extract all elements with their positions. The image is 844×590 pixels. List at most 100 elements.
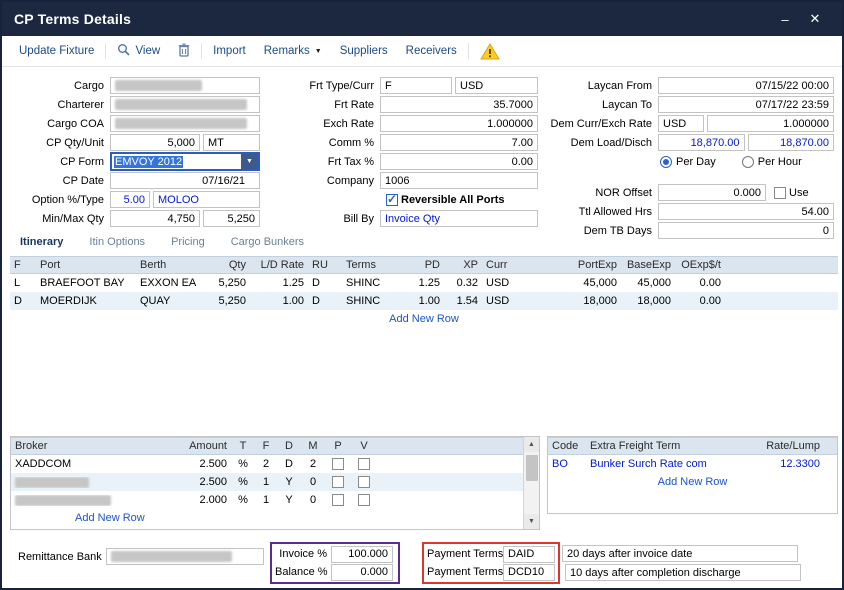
reversible-all-ports-checkbox[interactable] [386,194,398,206]
itin-cell: QUAY [136,295,200,307]
remittance-bank-field[interactable] [106,548,264,565]
cargo-field[interactable] [110,77,260,94]
add-new-row-link[interactable]: Add New Row [658,476,728,488]
broker-row[interactable]: 2.500 % 1 Y 0 [11,473,523,491]
view-button[interactable]: View [108,43,169,59]
option-pct-field[interactable]: 5.00 [110,191,150,208]
per-day-hour-row: Per Day Per Hour [542,152,834,171]
cargo-coa-label: Cargo COA [10,118,110,130]
laycan-to-field[interactable]: 07/17/22 23:59 [658,96,834,113]
tab-itinerary[interactable]: Itinerary [12,233,71,251]
cp-unit-field[interactable]: MT [203,134,260,151]
broker-cell: XADDCOM [11,458,159,470]
company-row: Company 1006 [264,171,538,190]
delete-button[interactable] [169,43,199,60]
cp-form-label: CP Form [10,156,110,168]
frt-rate-label: Frt Rate [264,99,380,111]
cp-date-field[interactable]: 07/16/21 [110,172,260,189]
broker-v-checkbox[interactable] [358,458,370,470]
add-new-row-link[interactable]: Add New Row [389,313,459,325]
scroll-down-icon[interactable]: ▼ [524,514,539,529]
broker-header-row: Broker Amount T F D M P V [11,437,523,455]
frt-type-field[interactable]: F [380,77,452,94]
payment-terms-code-field[interactable]: DCD10 [503,564,555,581]
column-header-f: F [10,259,36,271]
frt-rate-field[interactable]: 35.7000 [380,96,538,113]
dem-disch-field[interactable]: 18,870.00 [748,134,835,151]
itin-cell: 1.00 [250,295,308,307]
broker-p-checkbox[interactable] [332,476,344,488]
update-fixture-button[interactable]: Update Fixture [10,45,103,57]
remarks-button[interactable]: Remarks ▼ [255,45,331,57]
min-qty-field[interactable]: 4,750 [110,210,200,227]
bill-by-field[interactable]: Invoice Qty [380,210,538,227]
dem-load-field[interactable]: 18,870.00 [658,134,745,151]
redacted-value [15,495,111,506]
cp-form-dropdown[interactable]: EMVOY 2012 ▼ [110,152,260,171]
broker-p-checkbox[interactable] [332,458,344,470]
add-new-row-link[interactable]: Add New Row [75,512,145,524]
dem-tb-days-row: Dem TB Days 0 [542,221,834,240]
dem-curr-field[interactable]: USD [658,115,704,132]
invoice-pct-field[interactable]: 100.000 [331,546,393,563]
broker-v-checkbox[interactable] [358,494,370,506]
column-header-code: Code [548,440,586,452]
nor-offset-use-checkbox[interactable] [774,187,786,199]
close-button[interactable]: ✕ [800,7,830,31]
charterer-field[interactable] [110,96,260,113]
redacted-value [115,99,247,110]
dem-tb-days-field[interactable]: 0 [658,222,834,239]
tab-cargo-bunkers[interactable]: Cargo Bunkers [223,233,312,251]
ttl-allowed-hrs-field[interactable]: 54.00 [658,203,834,220]
scroll-up-icon[interactable]: ▲ [524,437,539,452]
itinerary-row[interactable]: L BRAEFOOT BAY EXXON EA 5,250 1.25 D SHI… [10,274,838,292]
broker-row[interactable]: XADDCOM 2.500 % 2 D 2 [11,455,523,473]
exch-rate-field[interactable]: 1.000000 [380,115,538,132]
itin-cell: SHINC [342,277,400,289]
laycan-from-field[interactable]: 07/15/22 00:00 [658,77,834,94]
column-header-f: F [255,440,277,452]
itin-cell: MOERDIJK [36,295,136,307]
extra-freight-row[interactable]: BO Bunker Surch Rate com 12.3300 [548,455,837,473]
nor-offset-field[interactable]: 0.000 [658,184,766,201]
minimize-button[interactable]: – [770,7,800,31]
frt-curr-field[interactable]: USD [455,77,538,94]
cp-qty-field[interactable]: 5,000 [110,134,200,151]
view-label: View [135,45,160,57]
payment-terms-code-field[interactable]: DAID [503,546,555,563]
invoice-balance-box: Invoice % 100.000 Balance % 0.000 [270,542,400,584]
comm-field[interactable]: 7.00 [380,134,538,151]
cargo-coa-field[interactable] [110,115,260,132]
warning-icon[interactable] [471,43,509,60]
suppliers-button[interactable]: Suppliers [331,45,397,57]
receivers-button[interactable]: Receivers [397,45,466,57]
option-type-field[interactable]: MOLOO [153,191,260,208]
broker-scrollbar[interactable]: ▲ ▼ [523,437,539,529]
broker-row[interactable]: 2.000 % 1 Y 0 [11,491,523,509]
broker-p-checkbox[interactable] [332,494,344,506]
itinerary-row[interactable]: D MOERDIJK QUAY 5,250 1.00 D SHINC 1.00 … [10,292,838,310]
payment-terms-desc-field[interactable]: 20 days after invoice date [562,545,798,562]
broker-v-checkbox[interactable] [358,476,370,488]
column-header-baseexp: BaseExp [621,259,675,271]
payment-terms-desc-field[interactable]: 10 days after completion discharge [565,564,801,581]
tab-itin-options[interactable]: Itin Options [81,233,153,251]
per-hour-radio[interactable] [742,156,754,168]
itin-cell: 0.00 [675,295,725,307]
itin-cell: USD [482,277,526,289]
dem-exch-rate-field[interactable]: 1.000000 [707,115,834,132]
chevron-down-icon[interactable]: ▼ [241,154,258,169]
itin-cell: D [308,277,342,289]
import-button[interactable]: Import [204,45,255,57]
balance-pct-row: Balance % 0.000 [275,564,395,581]
company-field[interactable]: 1006 [380,172,538,189]
frt-tax-field[interactable]: 0.00 [380,153,538,170]
per-day-radio[interactable] [660,156,672,168]
cargo-label: Cargo [10,80,110,92]
per-day-label: Per Day [676,156,716,168]
max-qty-field[interactable]: 5,250 [203,210,260,227]
scroll-thumb[interactable] [526,455,538,481]
balance-pct-field[interactable]: 0.000 [331,564,393,581]
reversible-all-ports-label: Reversible All Ports [401,194,505,206]
tab-pricing[interactable]: Pricing [163,233,213,251]
